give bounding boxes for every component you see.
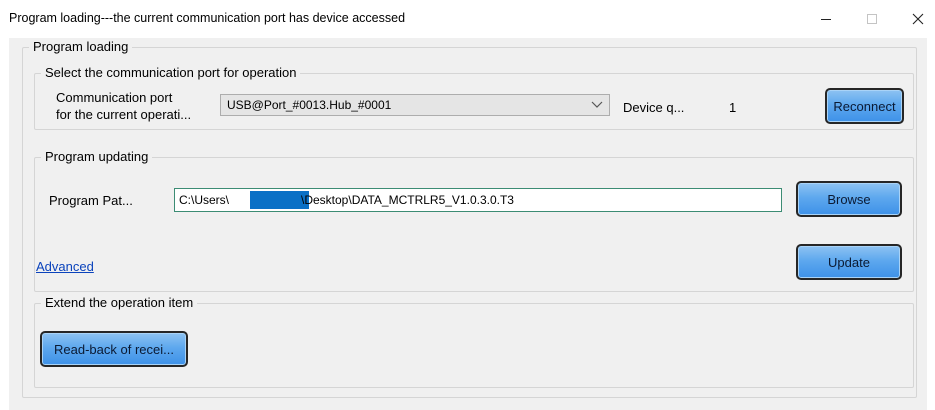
reconnect-button[interactable]: Reconnect: [825, 88, 904, 124]
maximize-button[interactable]: [849, 0, 895, 38]
program-path-suffix: \Desktop\DATA_MCTRLR5_V1.0.3.0.T3: [301, 193, 514, 207]
program-loading-legend: Program loading: [33, 39, 129, 54]
program-path-prefix: C:\Users\: [179, 193, 230, 207]
dialog-client-area: Program loading Select the communication…: [9, 38, 927, 410]
program-updating-group: Program updating: [34, 150, 914, 292]
readback-button[interactable]: Read-back of recei...: [40, 331, 188, 367]
minimize-icon: [821, 19, 831, 20]
program-path-input[interactable]: C:\Users\ \Desktop\DATA_MCTRLR5_V1.0.3.0…: [174, 188, 782, 212]
window-title: Program loading---the current communicat…: [9, 11, 406, 25]
close-button[interactable]: [895, 0, 935, 38]
update-button[interactable]: Update: [796, 244, 902, 280]
program-updating-legend: Program updating: [45, 149, 149, 164]
maximize-icon: [867, 14, 877, 24]
advanced-link[interactable]: Advanced: [36, 259, 94, 274]
close-icon: [912, 13, 924, 25]
device-quantity-label: Device q...: [623, 100, 685, 115]
port-label-line-2: for the current operati...: [56, 107, 192, 122]
extend-operation-legend: Extend the operation item: [45, 295, 194, 310]
title-bar: Program loading---the current communicat…: [0, 0, 935, 38]
port-label-line-1: Communication port: [56, 90, 173, 105]
port-combobox-value: USB@Port_#0013.Hub_#0001: [227, 98, 392, 112]
program-path-label: Program Pat...: [49, 193, 133, 208]
port-combobox[interactable]: USB@Port_#0013.Hub_#0001: [220, 94, 610, 116]
chevron-down-icon: [591, 101, 603, 108]
port-selection-legend: Select the communication port for operat…: [45, 65, 297, 80]
browse-button[interactable]: Browse: [796, 181, 902, 217]
device-quantity-value: 1: [729, 100, 737, 115]
minimize-button[interactable]: [803, 0, 849, 38]
